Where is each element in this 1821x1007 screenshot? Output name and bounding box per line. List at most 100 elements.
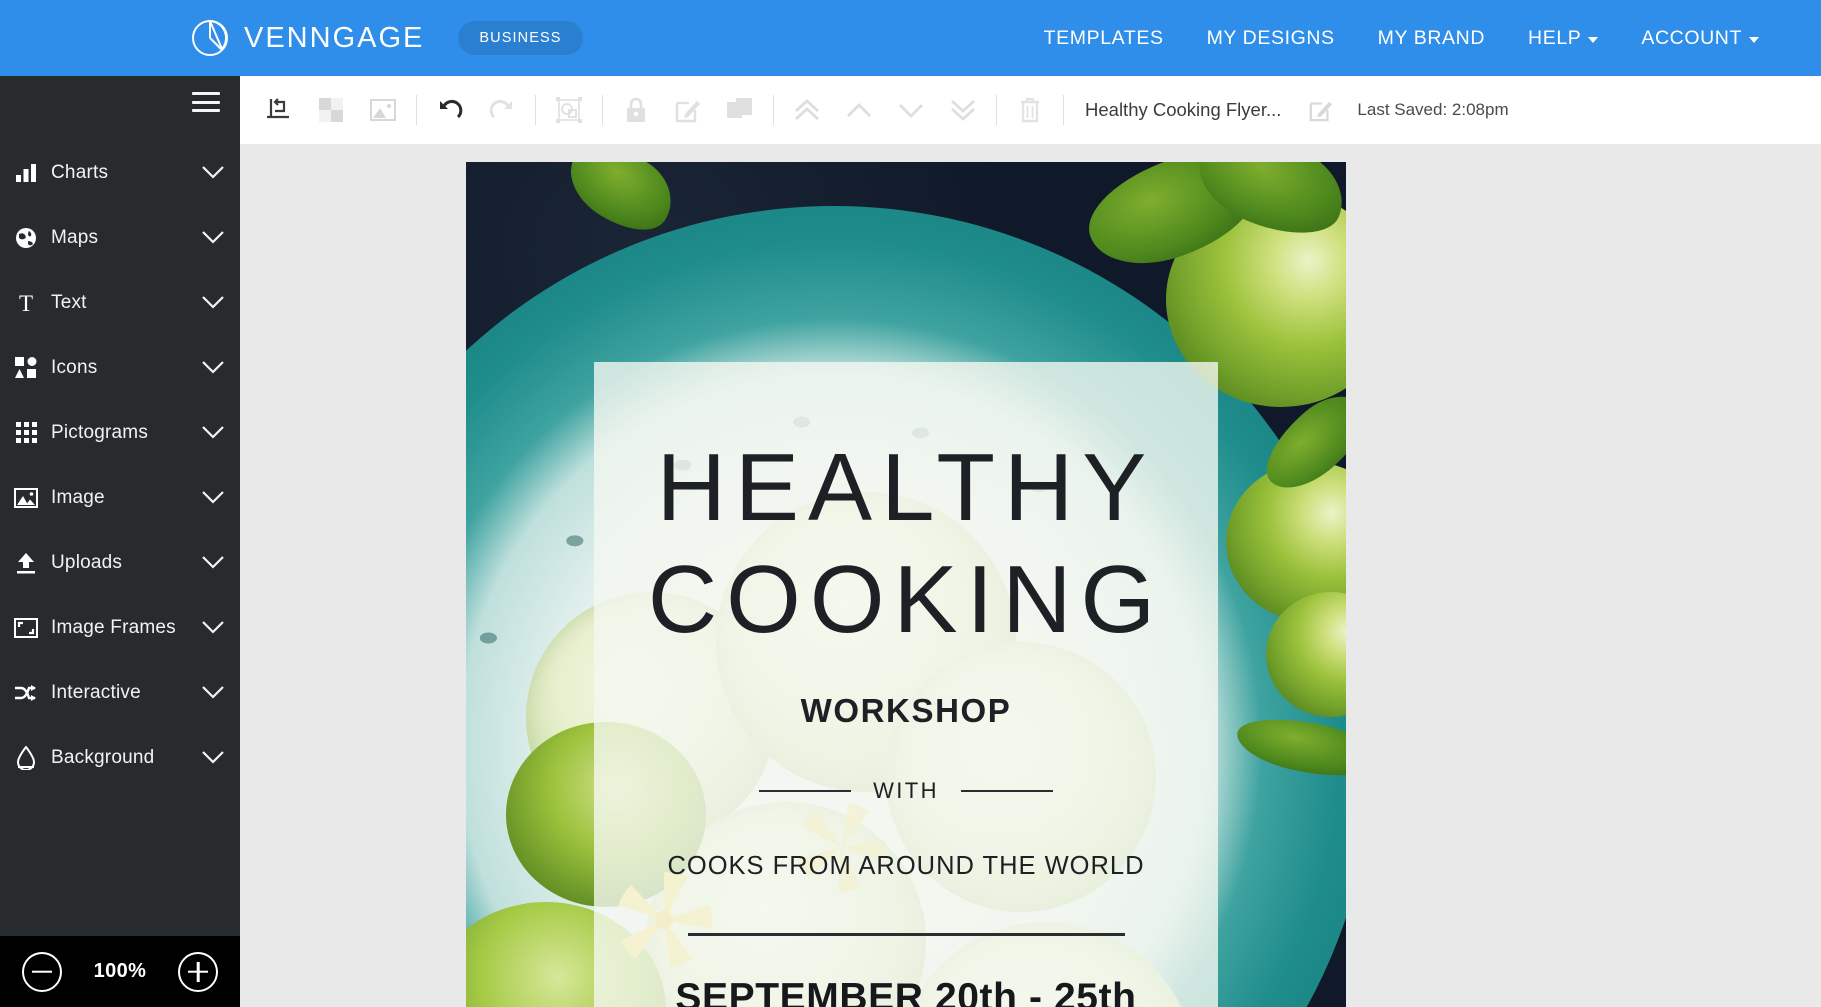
send-to-back-icon[interactable] [945,92,981,128]
trash-icon[interactable] [1012,92,1048,128]
duplicate-icon[interactable] [722,92,758,128]
main-nav: TEMPLATES MY DESIGNS MY BRAND HELP ACCOU… [1044,27,1759,50]
image-icon[interactable] [365,92,401,128]
chevron-down-icon [202,686,224,699]
sidebar-item-maps[interactable]: Maps [0,205,240,270]
flyer-divider-rule [687,933,1125,936]
sidebar-item-label: Maps [51,226,99,248]
globe-icon [9,223,43,253]
chevron-down-icon [202,556,224,569]
sidebar-item-label: Text [51,291,87,313]
zoom-in-icon[interactable] [178,951,219,992]
sidebar-item-icons[interactable]: Icons [0,335,240,400]
flyer-text-overlay[interactable]: HEALTHY COOKING WORKSHOP WITH COOKS FROM… [594,362,1218,1007]
document-title[interactable]: Healthy Cooking Flyer... [1085,99,1281,121]
flyer-date[interactable]: SEPTEMBER 20th - 25th [675,976,1136,1007]
rule-right [960,790,1053,792]
sidebar-item-label: Pictograms [51,421,149,443]
top-header: VENNGAGE BUSINESS TEMPLATES MY DESIGNS M… [0,0,1821,76]
sidebar-item-background[interactable]: Background [0,725,240,790]
zoom-level-value: 100% [93,960,147,982]
chevron-down-icon [202,361,224,374]
crop-grid-icon[interactable] [313,92,349,128]
sidebar-item-interactive[interactable]: Interactive [0,660,240,725]
sidebar-item-text[interactable]: T Text [0,270,240,335]
toolbar-divider [773,95,774,125]
sidebar-item-uploads[interactable]: Uploads [0,530,240,595]
zoom-bar: 100% [0,936,240,1007]
flyer-with-text[interactable]: WITH [873,778,939,804]
flyer-presenters[interactable]: COOKS FROM AROUND THE WORLD [667,852,1144,881]
editor-toolbar: Healthy Cooking Flyer... Last Saved: 2:0… [240,76,1821,144]
brand-name: VENNGAGE [244,21,425,54]
flyer-title-line-2[interactable]: COOKING [648,552,1164,648]
nav-label: ACCOUNT [1641,26,1742,49]
sidebar-item-label: Icons [51,356,98,378]
grid-dots-icon [9,418,43,448]
edit-icon[interactable] [670,92,706,128]
brand-block[interactable]: VENNGAGE BUSINESS [190,18,583,58]
sidebar-menu: Charts Maps T Text Icons Pictograms Imag… [0,128,240,790]
upload-arrow-icon [9,548,43,578]
toolbar-divider [996,95,997,125]
chevron-down-icon [202,751,224,764]
sidebar-item-label: Background [51,746,155,768]
sidebar-item-label: Image [51,486,105,508]
plan-badge[interactable]: BUSINESS [458,21,583,55]
rule-left [759,790,852,792]
svg-text:T: T [19,291,33,315]
shapes-icon [9,353,43,383]
undo-icon[interactable] [432,92,468,128]
bring-forward-icon[interactable] [841,92,877,128]
last-saved-status: Last Saved: 2:08pm [1357,100,1509,119]
picture-icon [9,483,43,513]
send-backward-icon[interactable] [893,92,929,128]
hamburger-row [0,76,240,128]
flyer-with-row: WITH [759,778,1053,804]
lock-icon[interactable] [618,92,654,128]
sidebar-item-label: Charts [51,161,109,183]
left-sidebar: Charts Maps T Text Icons Pictograms Imag… [0,76,240,1007]
hamburger-icon[interactable] [192,92,220,112]
nav-item-my-designs[interactable]: MY DESIGNS [1207,27,1335,50]
flyer-subtitle[interactable]: WORKSHOP [801,692,1012,730]
zoom-out-icon[interactable] [21,951,62,992]
chevron-down-icon [1749,37,1759,43]
redo-icon[interactable] [484,92,520,128]
chevron-down-icon [202,296,224,309]
toolbar-divider [416,95,417,125]
sidebar-item-image[interactable]: Image [0,465,240,530]
nav-label: MY DESIGNS [1206,26,1335,49]
toolbar-divider [535,95,536,125]
pencil-square-icon[interactable] [1303,92,1339,128]
droplet-icon [9,743,43,773]
venn-circle-logo-icon [190,18,230,58]
chevron-down-icon [202,166,224,179]
sidebar-item-pictograms[interactable]: Pictograms [0,400,240,465]
chevron-down-icon [202,426,224,439]
nav-item-my-brand[interactable]: MY BRAND [1378,27,1485,50]
text-t-icon: T [9,288,43,318]
nav-item-account[interactable]: ACCOUNT [1641,27,1759,50]
chevron-down-icon [1588,37,1599,43]
chevron-down-icon [202,231,224,244]
group-select-icon[interactable] [551,92,587,128]
flyer-title-line-1[interactable]: HEALTHY [657,440,1156,536]
canvas-area[interactable]: HEALTHY COOKING WORKSHOP WITH COOKS FROM… [240,144,1821,1007]
align-icon[interactable] [261,92,297,128]
chevron-down-icon [202,491,224,504]
sidebar-item-charts[interactable]: Charts [0,140,240,205]
nav-item-templates[interactable]: TEMPLATES [1044,27,1164,50]
nav-item-help[interactable]: HELP [1528,26,1599,50]
nav-label: TEMPLATES [1043,26,1164,49]
frame-corners-icon [9,613,43,643]
shuffle-arrows-icon [9,678,43,708]
sidebar-item-label: Interactive [51,681,141,703]
nav-label: HELP [1528,26,1582,49]
nav-label: MY BRAND [1377,26,1486,49]
sidebar-item-image-frames[interactable]: Image Frames [0,595,240,660]
flyer-design[interactable]: HEALTHY COOKING WORKSHOP WITH COOKS FROM… [466,162,1346,1007]
bring-to-front-icon[interactable] [789,92,825,128]
toolbar-divider [1063,95,1064,125]
sidebar-item-label: Uploads [51,551,123,573]
